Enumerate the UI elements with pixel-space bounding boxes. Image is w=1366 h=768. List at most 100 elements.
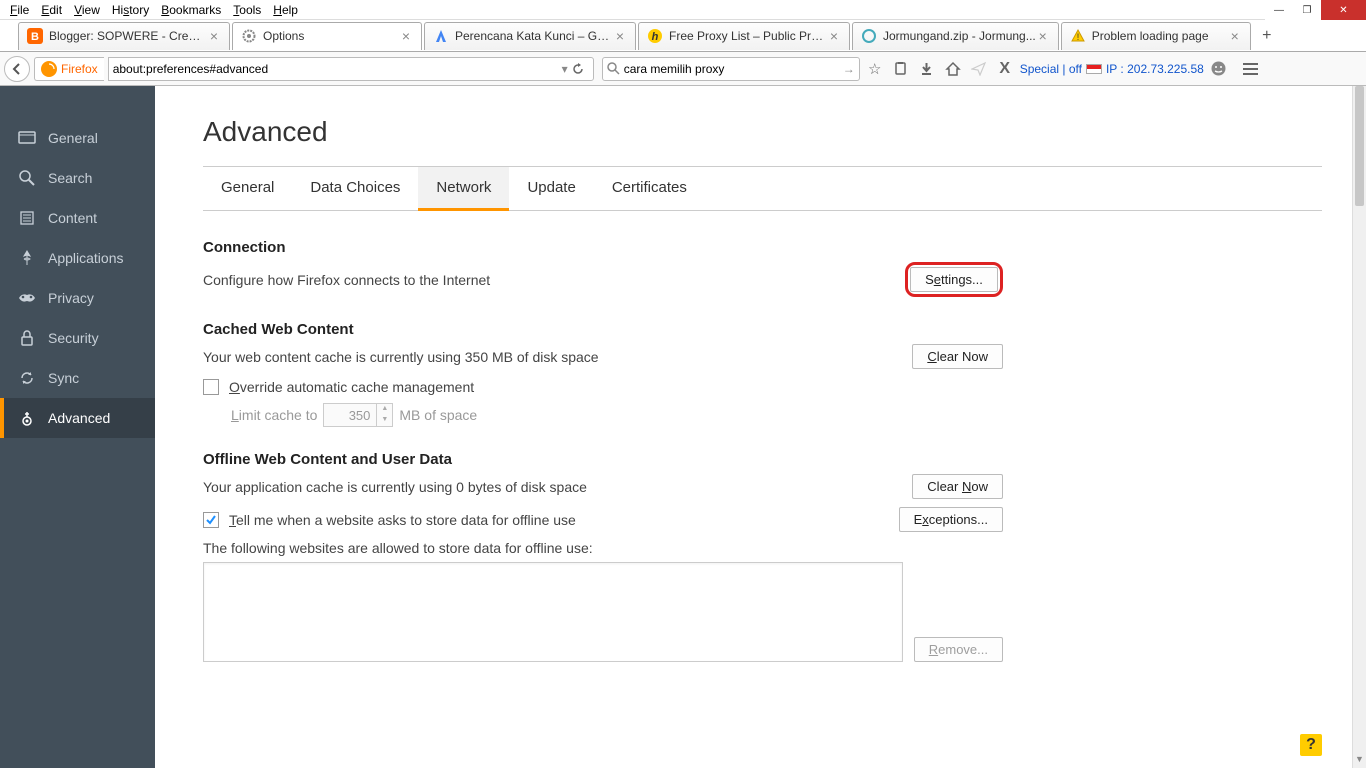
close-icon[interactable]: × — [399, 29, 413, 43]
blogger-icon: B — [27, 28, 43, 44]
cache-limit-spinner: 350 ▲▼ — [323, 403, 393, 427]
close-icon[interactable]: × — [613, 29, 627, 43]
highlight-annotation: Settings... — [905, 262, 1003, 297]
sidebar-label: Privacy — [48, 290, 94, 306]
new-tab-button[interactable]: + — [1253, 24, 1281, 48]
menu-history[interactable]: History — [106, 3, 155, 17]
vertical-scrollbar[interactable]: ▲ ▼ — [1352, 86, 1366, 768]
sidebar-item-search[interactable]: Search — [0, 158, 155, 198]
menu-file[interactable]: File — [4, 3, 35, 17]
lock-icon — [16, 329, 38, 347]
flag-icon — [1086, 64, 1102, 74]
close-icon[interactable]: × — [1228, 29, 1242, 43]
connection-settings-button[interactable]: Settings... — [910, 267, 998, 292]
sidebar-item-content[interactable]: Content — [0, 198, 155, 238]
downloads-icon[interactable] — [916, 58, 938, 80]
svg-text:B: B — [31, 31, 39, 43]
tab-problem-loading[interactable]: ! Problem loading page × — [1061, 22, 1251, 50]
limit-cache-row: Limit cache to 350 ▲▼ MB of space — [231, 403, 1003, 427]
dropdown-icon[interactable]: ▾ — [559, 62, 571, 76]
sidebar-label: Search — [48, 170, 92, 186]
menu-view[interactable]: View — [68, 3, 106, 17]
subtab-network[interactable]: Network — [418, 167, 509, 211]
sidebar-item-applications[interactable]: Applications — [0, 238, 155, 278]
hide-icon: h — [647, 28, 663, 44]
menu-help[interactable]: Help — [267, 3, 304, 17]
override-cache-checkbox[interactable]: Override automatic cache management — [203, 379, 1003, 395]
sidebar-item-sync[interactable]: Sync — [0, 358, 155, 398]
subtab-general[interactable]: General — [203, 167, 292, 210]
preferences-content: Advanced General Data Choices Network Up… — [155, 86, 1352, 768]
tab-label: Options — [263, 29, 399, 43]
sidebar-label: General — [48, 130, 98, 146]
tab-label: Perencana Kata Kunci – Go... — [455, 29, 613, 43]
sidebar-label: Security — [48, 330, 99, 346]
menu-tools[interactable]: Tools — [227, 3, 267, 17]
following-label: The following websites are allowed to st… — [203, 540, 1003, 556]
tab-proxy-list[interactable]: h Free Proxy List – Public Pro... × — [638, 22, 850, 50]
back-button[interactable] — [4, 56, 30, 82]
subtab-data-choices[interactable]: Data Choices — [292, 167, 418, 210]
search-bar[interactable]: → — [602, 57, 860, 81]
window-restore[interactable]: ❐ — [1293, 0, 1321, 20]
emoji-icon[interactable] — [1208, 58, 1230, 80]
svg-text:h: h — [652, 31, 659, 43]
subtab-certificates[interactable]: Certificates — [594, 167, 705, 210]
tab-options[interactable]: Options × — [232, 22, 422, 50]
clipboard-icon[interactable] — [890, 58, 912, 80]
section-heading: Connection — [203, 239, 1003, 256]
clear-cache-button[interactable]: Clear Now — [912, 344, 1003, 369]
menu-bookmarks[interactable]: Bookmarks — [155, 3, 227, 17]
bookmark-star-icon[interactable]: ☆ — [864, 58, 886, 80]
section-heading: Cached Web Content — [203, 321, 1003, 338]
section-desc: Your web content cache is currently usin… — [203, 349, 599, 365]
advanced-icon — [16, 409, 38, 427]
reload-icon[interactable] — [571, 62, 589, 76]
limit-suffix: MB of space — [399, 407, 477, 423]
home-icon[interactable] — [942, 58, 964, 80]
send-icon — [968, 58, 990, 80]
sidebar-item-security[interactable]: Security — [0, 318, 155, 358]
sidebar-label: Applications — [48, 250, 124, 266]
tab-adwords[interactable]: Perencana Kata Kunci – Go... × — [424, 22, 636, 50]
spinner-value: 350 — [324, 408, 376, 423]
page-title: Advanced — [203, 116, 1322, 148]
sidebar-item-privacy[interactable]: Privacy — [0, 278, 155, 318]
sidebar-item-general[interactable]: General — [0, 118, 155, 158]
sidebar-label: Advanced — [48, 410, 110, 426]
scroll-thumb[interactable] — [1355, 86, 1364, 206]
tab-jormungand[interactable]: Jormungand.zip - Jormung... × — [852, 22, 1059, 50]
sidebar-item-advanced[interactable]: Advanced — [0, 398, 155, 438]
hamburger-menu[interactable] — [1238, 56, 1264, 82]
search-input[interactable] — [624, 62, 843, 76]
search-icon — [607, 62, 620, 75]
close-icon[interactable]: × — [827, 29, 841, 43]
help-button[interactable]: ? — [1300, 734, 1322, 756]
url-input[interactable] — [113, 62, 559, 76]
offline-sites-listbox[interactable] — [203, 562, 903, 662]
tab-label: Jormungand.zip - Jormung... — [883, 29, 1036, 43]
spinner-up: ▲ — [377, 404, 392, 415]
special-toggle[interactable]: Special | off — [1020, 62, 1082, 76]
identity-box[interactable]: Firefox — [34, 57, 104, 81]
close-icon[interactable]: × — [207, 29, 221, 43]
firefox-icon — [41, 61, 57, 77]
generic-icon — [861, 28, 877, 44]
svg-text:!: ! — [1076, 32, 1079, 42]
advanced-subtabs: General Data Choices Network Update Cert… — [203, 166, 1322, 211]
exceptions-button[interactable]: Exceptions... — [899, 507, 1003, 532]
nav-toolbar: Firefox ▾ → ☆ X Special | off IP : 202.7… — [0, 52, 1366, 86]
window-minimize[interactable]: — — [1265, 0, 1293, 20]
window-close[interactable]: ✕ — [1321, 0, 1366, 20]
tab-blogger[interactable]: B Blogger: SOPWERE - Creat... × — [18, 22, 230, 50]
x-extension-icon[interactable]: X — [994, 58, 1016, 80]
clear-offline-button[interactable]: Clear Now — [912, 474, 1003, 499]
close-icon[interactable]: × — [1036, 29, 1050, 43]
tellme-checkbox[interactable]: Tell me when a website asks to store dat… — [203, 512, 576, 528]
subtab-update[interactable]: Update — [509, 167, 593, 210]
menu-edit[interactable]: Edit — [35, 3, 68, 17]
scroll-down-icon[interactable]: ▼ — [1353, 754, 1366, 768]
go-arrow-icon[interactable]: → — [843, 62, 855, 76]
url-bar[interactable]: ▾ — [108, 57, 594, 81]
adwords-icon — [433, 28, 449, 44]
